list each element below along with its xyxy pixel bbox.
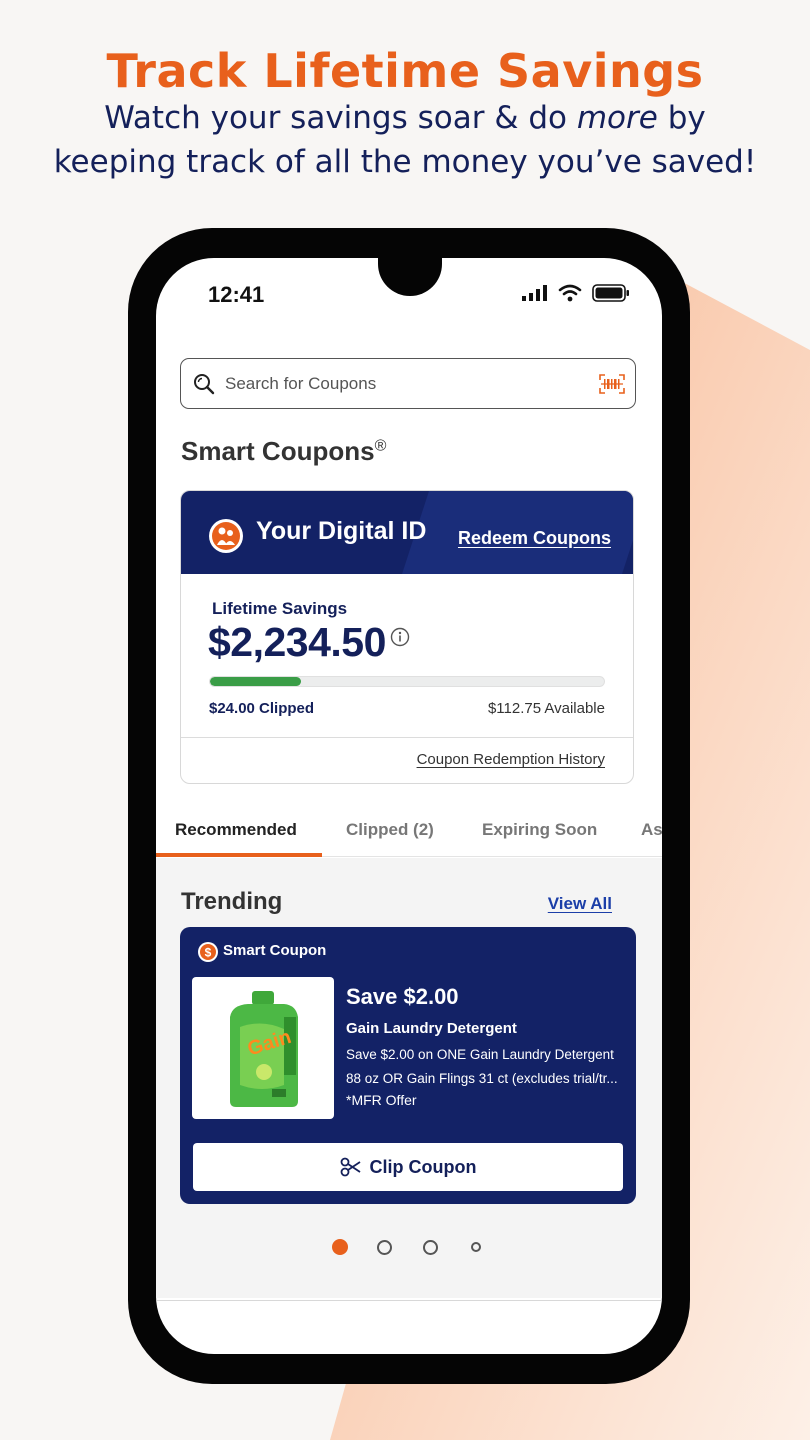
search-icon [194, 373, 215, 394]
available-amount: $112.75 Available [487, 700, 605, 717]
lifetime-savings-amount: $2,234.50 [208, 619, 386, 665]
smart-coupons-title: Smart Coupons® [181, 436, 387, 466]
tab-expiring-soon[interactable]: Expiring Soon [482, 820, 597, 840]
product-image: Gain [192, 977, 334, 1119]
coupon-save-title: Save $2.00 [346, 984, 459, 1009]
signal-icon [522, 285, 547, 301]
scissors-icon [340, 1157, 360, 1177]
savings-progress-bar [209, 676, 605, 687]
barcode-scan-icon[interactable] [599, 373, 625, 394]
carousel-dot[interactable] [377, 1240, 392, 1255]
digital-id-logo-icon [209, 519, 243, 553]
promo-subline: Watch your savings soar & do more by kee… [53, 100, 757, 180]
battery-icon [592, 284, 629, 302]
coupon-description: Save $2.00 on ONE Gain Laundry Detergent… [346, 1047, 618, 1086]
wifi-icon [558, 284, 582, 302]
smart-coupon-label: Smart Coupon [223, 942, 327, 959]
status-time: 12:41 [208, 282, 265, 307]
divider [181, 737, 633, 738]
clipped-amount: $24.00 Clipped [209, 700, 315, 717]
tab-partial[interactable]: As [641, 820, 662, 840]
search-input[interactable]: Search for Coupons [180, 358, 636, 409]
redeem-coupons-link[interactable]: Redeem Coupons [458, 528, 611, 549]
clip-coupon-label: Clip Coupon [369, 1156, 477, 1177]
bottom-divider [156, 1300, 662, 1301]
digital-id-header: Your Digital ID Redeem Coupons [181, 491, 633, 574]
tab-clipped[interactable]: Clipped (2) [346, 820, 434, 840]
detergent-bottle-icon: Gain [230, 991, 298, 1107]
coupon-offer-type: *MFR Offer [346, 1092, 417, 1108]
digital-id-card: Your Digital ID Redeem Coupons Lifetime … [180, 490, 634, 784]
lifetime-savings-label: Lifetime Savings [212, 599, 348, 618]
clip-coupon-button[interactable]: Clip Coupon [193, 1143, 623, 1191]
coupon-card[interactable]: $ Smart Coupon Gain Save $2.00 Gain Laun… [180, 927, 636, 1204]
coupon-tabs: Recommended Clipped (2) Expiring Soon As [156, 804, 662, 857]
savings-progress-fill [210, 677, 301, 686]
redemption-history-link[interactable]: Coupon Redemption History [417, 751, 605, 768]
active-tab-indicator [156, 853, 322, 857]
info-icon[interactable] [390, 627, 410, 647]
view-all-link[interactable]: View All [548, 894, 612, 914]
phone-screen: 12:41 Search for Coupons Smart Coupons® … [156, 258, 662, 1354]
trending-title: Trending [181, 888, 283, 915]
search-placeholder: Search for Coupons [225, 373, 377, 393]
promo-headline: Track Lifetime Savings [106, 44, 704, 98]
tab-recommended[interactable]: Recommended [175, 820, 297, 840]
digital-id-title: Your Digital ID [256, 517, 427, 545]
coupon-product-name: Gain Laundry Detergent [346, 1020, 517, 1037]
carousel-dot-active[interactable] [332, 1239, 348, 1255]
smart-coupon-badge-icon: $ [198, 942, 218, 962]
carousel-dot[interactable] [471, 1242, 481, 1252]
carousel-dot[interactable] [423, 1240, 438, 1255]
svg-text:$: $ [205, 946, 212, 960]
status-icons [522, 284, 630, 302]
